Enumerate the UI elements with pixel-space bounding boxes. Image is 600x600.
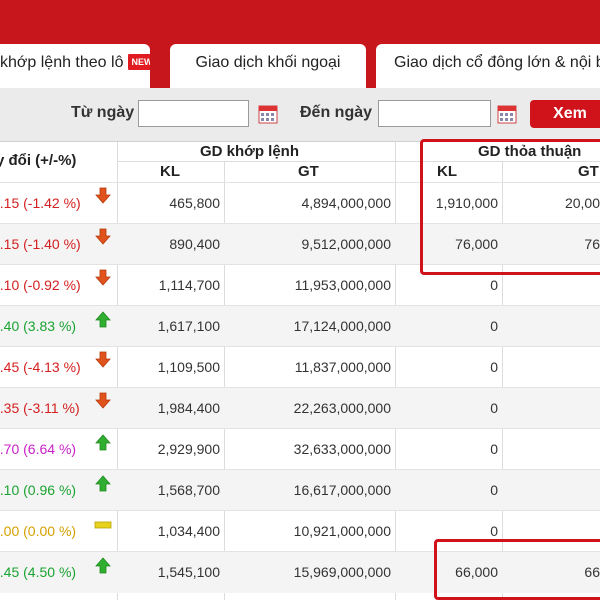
matched-gt-cell: 10,921,000,000 bbox=[293, 523, 391, 539]
matched-kl-cell: 2,929,900 bbox=[157, 441, 220, 457]
tab-foreign-trading[interactable]: Giao dịch khối ngoại bbox=[170, 44, 366, 88]
agreement-kl-cell: 0 bbox=[490, 441, 498, 457]
arrow-up-icon bbox=[94, 556, 112, 574]
arrow-up-icon bbox=[94, 474, 112, 492]
matched-gt-cell: 15,969,000,000 bbox=[293, 564, 391, 580]
matched-kl-cell: 1,114,700 bbox=[158, 277, 220, 293]
view-button[interactable]: Xem bbox=[530, 100, 600, 128]
price-change-cell: 0.45 (4.50 %) bbox=[0, 564, 77, 580]
agreement-kl-cell: 0 bbox=[490, 482, 498, 498]
matched-group-header: GD khớp lệnh bbox=[200, 143, 300, 160]
matched-gt-cell: 11,837,000,000 bbox=[294, 359, 391, 375]
to-date-input[interactable] bbox=[378, 100, 491, 127]
tab-major-insider-trading[interactable]: Giao dịch cổ đông lớn & nội bộ bbox=[376, 44, 600, 88]
price-change-cell: 0.45 (-4.13 %) bbox=[0, 359, 81, 375]
table-row: 0.10 (0.96 %) 1,568,700 16,617,000,000 0 bbox=[0, 469, 600, 511]
table-row: 0.35 (-3.11 %) 1,984,400 22,263,000,000 0 bbox=[0, 387, 600, 429]
matched-kl-cell: 1,984,400 bbox=[157, 400, 220, 416]
matched-kl-cell: 1,034,400 bbox=[157, 523, 220, 539]
tab-label: Giao dịch khối ngoại bbox=[195, 54, 341, 71]
agreement-kl-cell: 0 bbox=[490, 359, 498, 375]
matched-gt-cell: 4,894,000,000 bbox=[301, 195, 391, 211]
price-change-cell: 0.40 (3.83 %) bbox=[0, 318, 77, 334]
matched-gt-cell: 9,512,000,000 bbox=[301, 236, 391, 252]
arrow-up-icon bbox=[94, 310, 112, 328]
reference-flat-icon bbox=[94, 515, 112, 533]
arrow-down-icon bbox=[94, 228, 112, 246]
matched-gt-cell: 11,953,000,000 bbox=[294, 277, 391, 293]
to-date-label: Đến ngày bbox=[300, 104, 373, 121]
arrow-down-icon bbox=[94, 269, 112, 287]
arrow-down-icon bbox=[94, 187, 112, 205]
calendar-icon[interactable] bbox=[258, 104, 278, 124]
matched-gt-cell: 32,633,000,000 bbox=[293, 441, 391, 457]
table-row: 0.45 (-4.13 %) 1,109,500 11,837,000,000 0 bbox=[0, 346, 600, 388]
date-filter-bar: Từ ngày Đến ngày Xem bbox=[0, 88, 600, 142]
matched-gt-cell: 17,124,000,000 bbox=[293, 318, 391, 334]
calendar-icon[interactable] bbox=[497, 104, 517, 124]
matched-gt-cell: 22,263,000,000 bbox=[293, 400, 391, 416]
table-row: 0.70 (6.64 %) 2,929,900 32,633,000,000 0 bbox=[0, 428, 600, 470]
matched-gt-cell: 16,617,000,000 bbox=[293, 482, 391, 498]
highlight-box bbox=[420, 139, 600, 275]
arrow-up-icon bbox=[94, 433, 112, 451]
arrow-down-icon bbox=[94, 351, 112, 369]
agreement-kl-cell: 0 bbox=[490, 277, 498, 293]
tab-label: khớp lệnh theo lô bbox=[0, 54, 124, 71]
arrow-down-icon bbox=[94, 392, 112, 410]
new-badge: NEW bbox=[127, 53, 150, 71]
highlight-box bbox=[434, 539, 600, 600]
matched-kl-cell: 890,400 bbox=[169, 236, 220, 252]
matched-kl-cell: 1,568,700 bbox=[157, 482, 220, 498]
price-change-cell: 0.15 (-1.42 %) bbox=[0, 195, 81, 211]
matched-kl-cell: 1,109,500 bbox=[157, 359, 220, 375]
price-change-cell: 0.70 (6.64 %) bbox=[0, 441, 77, 457]
matched-kl-cell: 1,617,100 bbox=[157, 318, 220, 334]
table-row: 0.40 (3.83 %) 1,617,100 17,124,000,000 0 bbox=[0, 305, 600, 347]
agreement-kl-cell: 0 bbox=[490, 400, 498, 416]
gt-header: GT bbox=[298, 163, 319, 180]
agreement-kl-cell: 0 bbox=[490, 318, 498, 334]
matched-kl-cell: 1,545,100 bbox=[157, 564, 220, 580]
price-change-cell: 0.10 (0.96 %) bbox=[0, 482, 77, 498]
matched-kl-cell: 465,800 bbox=[169, 195, 220, 211]
tab-matched-by-lot[interactable]: khớp lệnh theo lô NEW bbox=[0, 44, 150, 88]
tab-label: Giao dịch cổ đông lớn & nội bộ bbox=[394, 54, 600, 71]
from-date-label: Từ ngày bbox=[71, 104, 135, 121]
agreement-kl-cell: 0 bbox=[490, 523, 498, 539]
kl-header: KL bbox=[160, 163, 180, 180]
price-change-cell: 0.10 (-0.92 %) bbox=[0, 277, 81, 293]
price-change-cell: 0.35 (-3.11 %) bbox=[0, 400, 80, 416]
price-change-cell: 0.00 (0.00 %) bbox=[0, 523, 77, 539]
from-date-input[interactable] bbox=[138, 100, 249, 127]
price-change-cell: 0.15 (-1.40 %) bbox=[0, 236, 81, 252]
